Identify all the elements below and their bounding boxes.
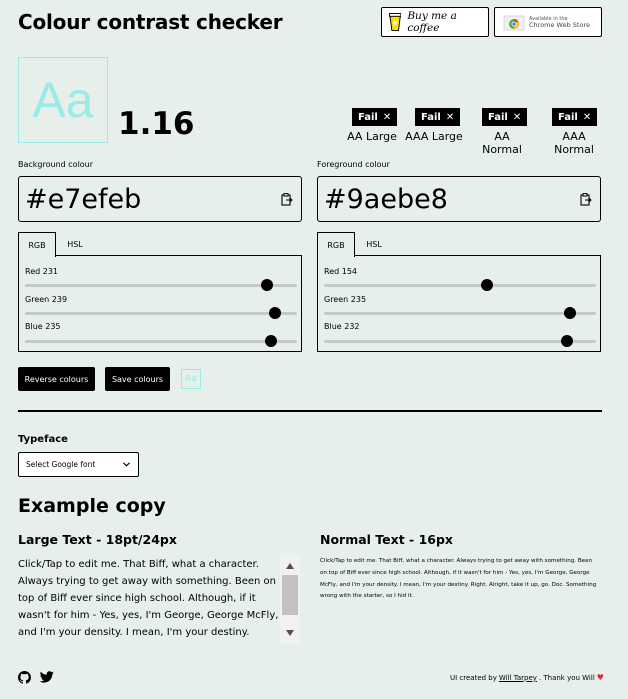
slider-thumb[interactable] [560,335,573,347]
result-label-aaa-large: AAA Large [405,130,463,143]
slider-thumb[interactable] [264,335,277,347]
background-hex-input[interactable]: #e7efeb [18,176,302,222]
chrome-icon [503,15,525,31]
result-badge-aa-normal: Fail ✕ [482,108,528,126]
background-colour-label: Background colour [18,160,94,169]
heart-icon: ♥ [596,673,604,682]
slider-label-green: Green 235 [324,295,367,304]
green-slider[interactable] [25,307,297,319]
foreground-colour-label: Foreground colour [317,160,390,169]
close-icon: ✕ [382,111,392,123]
normal-text-editable[interactable]: Click/Tap to edit me. That Biff, what a … [320,556,600,603]
slider-label-blue: Blue 235 [25,322,61,331]
saved-colour-swatch[interactable]: Aa [181,369,201,389]
close-icon: ✕ [512,111,522,123]
github-icon[interactable] [18,671,31,684]
slider-label-red: Red 231 [25,267,59,276]
tab-rgb[interactable]: RGB [317,232,355,257]
slider-label-green: Green 239 [25,295,68,304]
close-icon: ✕ [445,111,455,123]
background-sliders-panel: Red 231 Green 239 Blue 235 [18,255,302,352]
large-text-scrollbar[interactable] [280,555,300,644]
result-label-aa-normal: AA Normal [482,130,522,156]
foreground-tabs: RGB HSL [317,232,393,257]
blue-slider[interactable] [25,335,297,347]
green-slider[interactable] [324,307,596,319]
paste-icon[interactable] [580,192,592,206]
page-title: Colour contrast checker [18,10,283,34]
tab-hsl[interactable]: HSL [56,232,94,256]
coffee-cup-icon [389,12,402,32]
slider-thumb[interactable] [268,307,281,319]
red-slider[interactable] [324,279,596,291]
blue-slider[interactable] [324,335,596,347]
tab-rgb[interactable]: RGB [18,232,56,257]
close-icon: ✕ [582,111,592,123]
result-label-aaa-normal: AAA Normal [554,130,594,156]
background-tabs: RGB HSL [18,232,94,257]
foreground-hex-input[interactable]: #9aebe8 [317,176,601,222]
buy-me-a-coffee-button[interactable]: Buy me a coffee [381,7,489,37]
chrome-web-store-button[interactable]: Available in the Chrome Web Store [494,7,602,37]
footer-credit: UI created by Will Tarpey. Thank you Wil… [450,673,604,682]
section-divider [18,410,602,412]
tab-hsl[interactable]: HSL [355,232,393,256]
author-link[interactable]: Will Tarpey [499,674,537,682]
foreground-sliders-panel: Red 154 Green 235 Blue 232 [317,255,601,352]
slider-label-red: Red 154 [324,267,358,276]
slider-thumb[interactable] [563,307,576,319]
select-value: Select Google font [26,460,96,469]
save-colours-button[interactable]: Save colours [105,367,170,391]
result-badge-aaa-normal: Fail ✕ [552,108,598,126]
reverse-colours-button[interactable]: Reverse colours [18,367,95,391]
typeface-label: Typeface [18,434,68,445]
background-hex-value[interactable]: #e7efeb [25,184,141,215]
result-label-aa-large: AA Large [347,130,397,143]
slider-thumb[interactable] [260,279,273,291]
scroll-down-icon[interactable] [286,630,294,636]
cws-big-label: Chrome Web Store [529,21,590,29]
large-text-title: Large Text - 18pt/24px [18,532,177,547]
result-badge-aa-large: Fail ✕ [352,108,398,126]
slider-label-blue: Blue 232 [324,322,360,331]
example-copy-title: Example copy [18,495,166,517]
contrast-ratio: 1.16 [118,106,195,142]
chevron-down-icon [123,462,130,467]
normal-text-title: Normal Text - 16px [320,532,453,547]
twitter-icon[interactable] [40,671,54,683]
slider-thumb[interactable] [481,279,494,291]
footer-social-links [18,671,54,684]
paste-icon[interactable] [281,192,293,206]
google-font-select[interactable]: Select Google font [18,452,139,477]
foreground-hex-value[interactable]: #9aebe8 [324,184,448,215]
contrast-preview-sample: Aa [18,57,108,143]
scroll-up-icon[interactable] [286,563,294,569]
scroll-thumb[interactable] [282,575,298,615]
result-badge-aaa-large: Fail ✕ [415,108,461,126]
red-slider[interactable] [25,279,297,291]
coffee-label: Buy me a coffee [407,10,457,34]
large-text-editable[interactable]: Click/Tap to edit me. That Biff, what a … [18,556,280,644]
